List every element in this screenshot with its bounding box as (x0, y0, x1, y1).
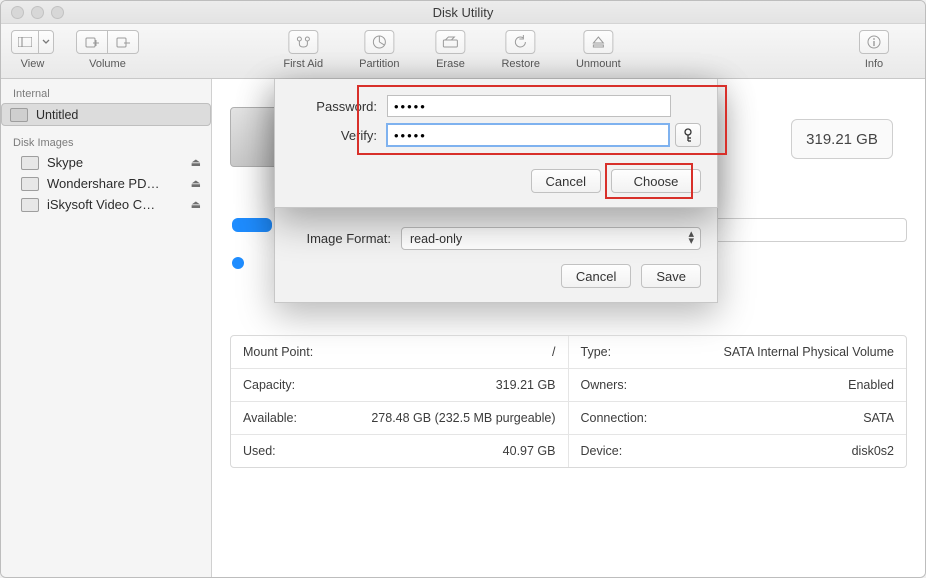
sidebar-item-skype[interactable]: Skype ⏏ (1, 152, 211, 173)
info-button[interactable] (859, 30, 889, 54)
sidebar-item-label: Wondershare PD… (47, 176, 159, 191)
sidebar-header-internal: Internal (1, 85, 211, 103)
main-pane: d) 319.21 GB Image Format: read-only ▴▾ … (212, 79, 925, 578)
volume-info-table: Mount Point:/ Type:SATA Internal Physica… (230, 335, 907, 468)
image-format-select[interactable]: read-only ▴▾ (401, 227, 701, 250)
view-dropdown[interactable] (39, 30, 54, 54)
pie-icon (372, 35, 386, 49)
volume-remove-button[interactable] (108, 30, 139, 54)
diskimage-icon (21, 198, 39, 212)
tool-label-view: View (21, 58, 45, 70)
eject-icon (592, 36, 604, 48)
restore-button[interactable] (506, 30, 536, 54)
tool-label-first-aid: First Aid (283, 58, 323, 70)
tool-label-partition: Partition (359, 58, 399, 70)
password-input[interactable] (387, 95, 671, 117)
restore-icon (514, 35, 528, 49)
sidebar-item-wondershare[interactable]: Wondershare PD… ⏏ (1, 173, 211, 194)
erase-button[interactable] (435, 30, 465, 54)
sheet-save-button[interactable]: Save (641, 264, 701, 288)
info-icon (867, 35, 881, 49)
titlebar: Disk Utility (1, 1, 925, 24)
image-format-label: Image Format: (291, 231, 391, 246)
volume-add-icon (85, 36, 99, 48)
button-label: Save (656, 269, 686, 284)
size-badge: 319.21 GB (791, 119, 893, 159)
toolbar: View Volume First Aid Partition Erase Re… (1, 24, 925, 79)
verify-input[interactable] (387, 124, 669, 146)
first-aid-button[interactable] (288, 30, 318, 54)
unmount-button[interactable] (583, 30, 613, 54)
tool-label-info: Info (865, 58, 883, 70)
password-label: Password: (291, 99, 377, 114)
tool-view: View (11, 30, 54, 70)
info-owners: Owners:Enabled (569, 369, 907, 402)
sidebar-item-label: iSkysoft Video C… (47, 197, 155, 212)
info-used: Used:40.97 GB (231, 435, 569, 467)
tool-volume: Volume (76, 30, 139, 70)
button-label: Cancel (546, 174, 586, 189)
password-sheet: Password: Verify: Cancel Choose (274, 79, 718, 208)
info-device: Device:disk0s2 (569, 435, 907, 467)
info-type: Type:SATA Internal Physical Volume (569, 336, 907, 369)
info-available: Available:278.48 GB (232.5 MB purgeable) (231, 402, 569, 435)
body: Internal Untitled Disk Images Skype ⏏ Wo… (1, 79, 925, 578)
tool-label-restore: Restore (501, 58, 540, 70)
password-assistant-button[interactable] (675, 123, 701, 147)
sidebar-header-disk-images: Disk Images (1, 134, 211, 152)
eject-icon[interactable]: ⏏ (191, 156, 201, 169)
sidebar-item-untitled[interactable]: Untitled (1, 103, 211, 126)
eject-icon[interactable]: ⏏ (191, 177, 201, 190)
button-label: Cancel (576, 269, 616, 284)
usage-pill-blue (232, 218, 272, 232)
sidebar-item-iskysoft[interactable]: iSkysoft Video C… ⏏ (1, 194, 211, 215)
window-title: Disk Utility (1, 5, 925, 20)
volume-add-button[interactable] (76, 30, 108, 54)
erase-icon (442, 36, 458, 48)
diskimage-icon (21, 156, 39, 170)
info-mount-point: Mount Point:/ (231, 336, 569, 369)
chevron-down-icon (42, 39, 50, 45)
sheet-cancel-button[interactable]: Cancel (561, 264, 631, 288)
size-badge-value: 319.21 GB (806, 131, 878, 148)
tool-info: Info (859, 30, 889, 70)
sidebar-item-label: Untitled (36, 108, 78, 122)
tool-label-unmount: Unmount (576, 58, 621, 70)
toolbar-center: First Aid Partition Erase Restore Unmoun… (283, 30, 642, 70)
pw-choose-button[interactable]: Choose (611, 169, 701, 193)
button-label: Choose (634, 174, 679, 189)
sidebar: Internal Untitled Disk Images Skype ⏏ Wo… (1, 79, 212, 578)
sidebar-item-label: Skype (47, 155, 83, 170)
stethoscope-icon (295, 35, 311, 49)
view-sidebar-button[interactable] (11, 30, 39, 54)
sidebar-icon (18, 37, 32, 47)
disk-utility-window: Disk Utility View (0, 0, 926, 578)
info-connection: Connection:SATA (569, 402, 907, 435)
volume-remove-icon (116, 36, 130, 48)
updown-icon: ▴▾ (688, 231, 694, 245)
tool-label-erase: Erase (436, 58, 465, 70)
key-icon (682, 128, 694, 142)
legend-dot-blue (232, 257, 244, 269)
verify-label: Verify: (291, 128, 377, 143)
disk-icon (10, 108, 28, 122)
image-format-value: read-only (410, 232, 462, 246)
partition-button[interactable] (364, 30, 394, 54)
diskimage-icon (21, 177, 39, 191)
tool-label-volume: Volume (89, 58, 126, 70)
pw-cancel-button[interactable]: Cancel (531, 169, 601, 193)
eject-icon[interactable]: ⏏ (191, 198, 201, 211)
info-capacity: Capacity:319.21 GB (231, 369, 569, 402)
